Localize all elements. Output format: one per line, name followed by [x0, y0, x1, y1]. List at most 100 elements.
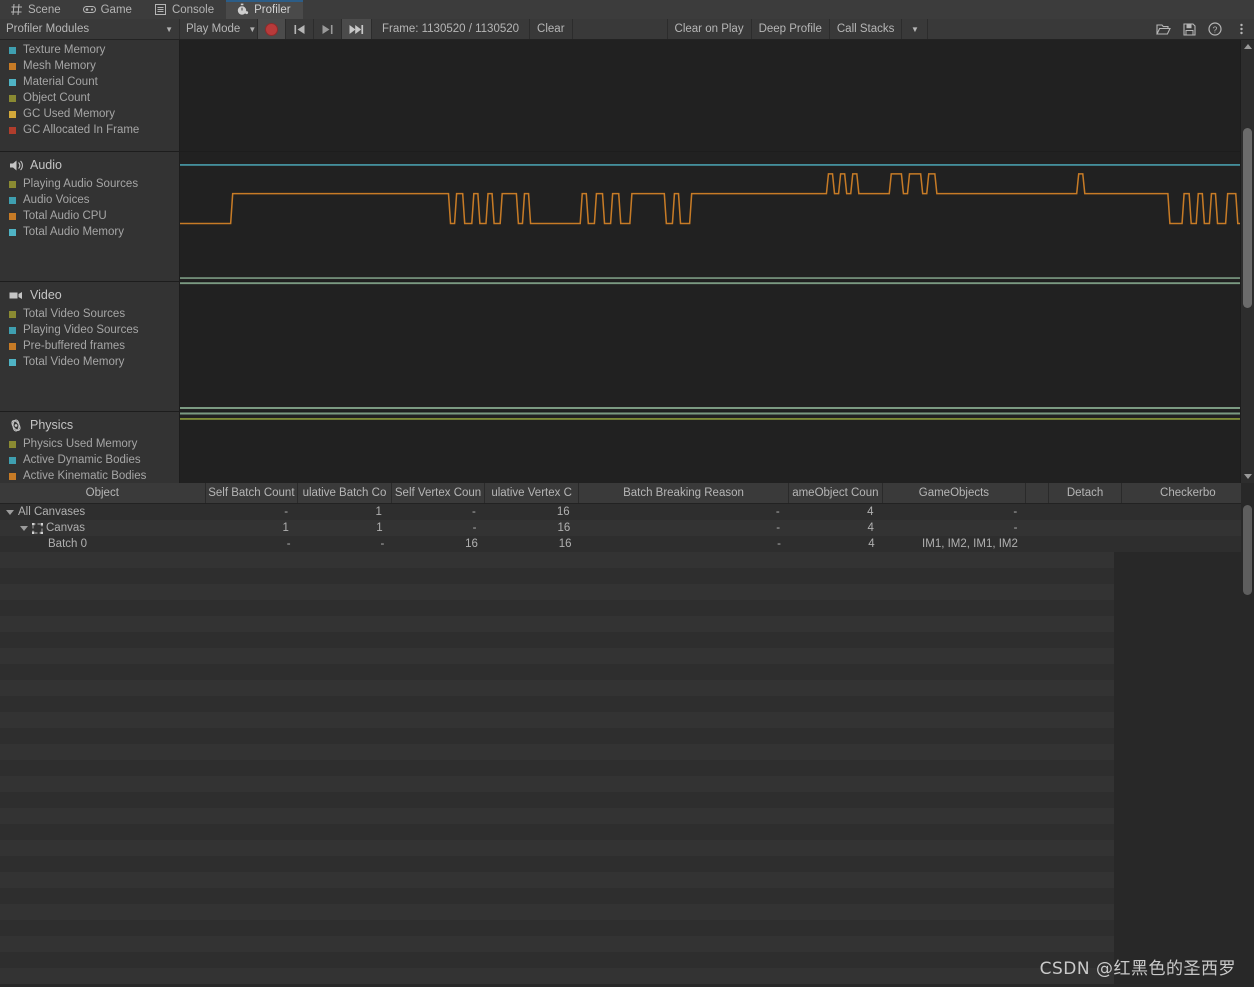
column-header-blank[interactable] — [1026, 483, 1050, 503]
legend-item[interactable]: Mesh Memory — [0, 58, 179, 74]
legend-item[interactable]: GC Allocated In Frame — [0, 122, 179, 138]
column-header-cumulative-vertex-count[interactable]: ulative Vertex C — [485, 483, 579, 503]
last-frame-button[interactable] — [342, 19, 372, 39]
tab-game[interactable]: Game — [73, 0, 144, 19]
legend-item[interactable]: Total Video Sources — [0, 306, 179, 322]
next-frame-button[interactable] — [314, 19, 342, 39]
legend-item[interactable]: Material Count — [0, 74, 179, 90]
legend-item[interactable]: Active Kinematic Bodies — [0, 468, 179, 483]
cell-checkerboard[interactable] — [1122, 504, 1254, 520]
column-header-cumulative-batch-count[interactable]: ulative Batch Co — [298, 483, 392, 503]
legend-item[interactable]: Total Audio CPU — [0, 208, 179, 224]
legend-item[interactable]: Object Count — [0, 90, 179, 106]
load-profile-button[interactable] — [1150, 19, 1176, 39]
cell-detach[interactable] — [1051, 536, 1123, 552]
legend-label: Object Count — [23, 92, 91, 104]
call-stacks-dropdown[interactable]: ▼ — [902, 19, 929, 39]
cell-object[interactable]: Canvas — [0, 520, 206, 536]
table-empty-row — [0, 872, 1114, 888]
chevron-down-icon: ▼ — [248, 24, 257, 34]
table-row[interactable]: Batch 0 - - 16 16 - 4 IM1, IM2, IM1, IM2 — [0, 536, 1254, 552]
cell-checkerboard[interactable] — [1123, 536, 1254, 552]
tab-scene[interactable]: Scene — [0, 0, 73, 19]
column-header-gameobjects[interactable]: GameObjects — [883, 483, 1027, 503]
watermark-text: CSDN @红黑色的圣西罗 — [1039, 959, 1236, 979]
chart-module-memory[interactable]: Texture Memory Mesh Memory Material Coun… — [0, 40, 1254, 152]
physics-icon — [11, 418, 21, 432]
call-stacks-button[interactable]: Call Stacks — [830, 19, 903, 39]
cell-gameobject-count: 4 — [868, 538, 875, 550]
chart-module-video[interactable]: Video Total Video Sources Playing Video … — [0, 282, 1254, 412]
chart-module-physics[interactable]: Physics Physics Used Memory Active Dynam… — [0, 412, 1254, 483]
cell-object[interactable]: Batch 0 — [0, 536, 208, 552]
chart-title-physics: Physics — [0, 412, 179, 436]
legend-item[interactable]: Pre-buffered frames — [0, 338, 179, 354]
table-empty-row — [0, 856, 1114, 872]
save-disk-icon — [1182, 22, 1196, 36]
expand-toggle-icon[interactable] — [6, 509, 14, 515]
legend-label: GC Used Memory — [23, 108, 116, 120]
cell-self-batch-count: - — [284, 506, 289, 518]
column-header-self-vertex-count[interactable]: Self Vertex Coun — [392, 483, 486, 503]
profiler-charts-area[interactable]: Texture Memory Mesh Memory Material Coun… — [0, 40, 1254, 483]
help-button[interactable]: ? — [1202, 19, 1228, 39]
column-header-batch-breaking-reason[interactable]: Batch Breaking Reason — [579, 483, 790, 503]
cell-checkerboard[interactable] — [1122, 520, 1254, 536]
legend-item[interactable]: Active Dynamic Bodies — [0, 452, 179, 468]
table-vertical-scrollbar[interactable] — [1241, 483, 1254, 987]
column-header-gameobject-count[interactable]: ameObject Coun — [789, 483, 883, 503]
first-frame-button[interactable] — [286, 19, 314, 39]
legend-item[interactable]: GC Used Memory — [0, 106, 179, 122]
chart-module-audio[interactable]: Audio Playing Audio Sources Audio Voices… — [0, 152, 1254, 282]
table-empty-row — [0, 952, 1114, 968]
deep-profile-button[interactable]: Deep Profile — [752, 19, 830, 39]
legend-item[interactable]: Physics Used Memory — [0, 436, 179, 452]
legend-item[interactable]: Total Audio Memory — [0, 224, 179, 240]
column-header-object[interactable]: Object — [0, 483, 206, 503]
profiler-menu-button[interactable] — [1228, 19, 1254, 39]
record-button[interactable] — [258, 19, 286, 39]
legend-item[interactable]: Texture Memory — [0, 42, 179, 58]
play-mode-dropdown[interactable]: Play Mode ▼ — [180, 19, 258, 39]
chart-plot-memory[interactable] — [180, 40, 1254, 151]
profiler-modules-dropdown[interactable]: Profiler Modules ▼ — [0, 19, 180, 39]
scroll-up-arrow[interactable] — [1241, 40, 1254, 53]
column-header-checkerboard[interactable]: Checkerbo — [1122, 483, 1254, 503]
charts-vertical-scrollbar[interactable] — [1240, 40, 1254, 483]
help-question-icon: ? — [1208, 22, 1222, 36]
clear-on-play-button[interactable]: Clear on Play — [668, 19, 752, 39]
profiler-window: Scene Game Console Profiler Profiler Mod… — [0, 0, 1254, 987]
column-header-self-batch-count[interactable]: Self Batch Count — [206, 483, 299, 503]
expand-toggle-icon[interactable] — [20, 525, 28, 531]
tab-label: Game — [100, 3, 132, 16]
table-row[interactable]: All Canvases - 1 - 16 - 4 - — [0, 504, 1254, 520]
series-color-swatch — [9, 62, 16, 70]
legend-item[interactable]: Audio Voices — [0, 192, 179, 208]
save-profile-button[interactable] — [1176, 19, 1202, 39]
cell-detach[interactable] — [1050, 520, 1122, 536]
tab-label: Scene — [28, 3, 61, 16]
legend-item[interactable]: Playing Audio Sources — [0, 176, 179, 192]
deep-profile-label: Deep Profile — [758, 23, 822, 35]
table-empty-row — [0, 936, 1114, 952]
cell-cumulative-batch-count: 1 — [376, 522, 383, 534]
scrollbar-thumb[interactable] — [1243, 128, 1252, 308]
scroll-down-arrow[interactable] — [1241, 470, 1254, 483]
tab-console[interactable]: Console — [144, 0, 226, 19]
table-row[interactable]: Canvas 1 1 - 16 - 4 - — [0, 520, 1254, 536]
cell-gameobject-count: 4 — [867, 522, 874, 534]
series-color-swatch — [9, 228, 16, 236]
legend-item[interactable]: Total Video Memory — [0, 354, 179, 370]
cell-detach[interactable] — [1050, 504, 1122, 520]
row-object-label: Canvas — [46, 522, 85, 534]
cell-object[interactable]: All Canvases — [0, 504, 205, 520]
column-header-detach[interactable]: Detach — [1049, 483, 1122, 503]
legend-item[interactable]: Playing Video Sources — [0, 322, 179, 338]
clear-button[interactable]: Clear — [530, 19, 573, 39]
table-scrollbar-thumb[interactable] — [1243, 505, 1252, 595]
profiler-modules-label: Profiler Modules — [6, 23, 90, 35]
tab-profiler[interactable]: Profiler — [226, 0, 304, 19]
chart-plot-audio[interactable] — [180, 152, 1254, 281]
chart-plot-physics[interactable] — [180, 412, 1254, 483]
chart-plot-video[interactable] — [180, 282, 1254, 411]
